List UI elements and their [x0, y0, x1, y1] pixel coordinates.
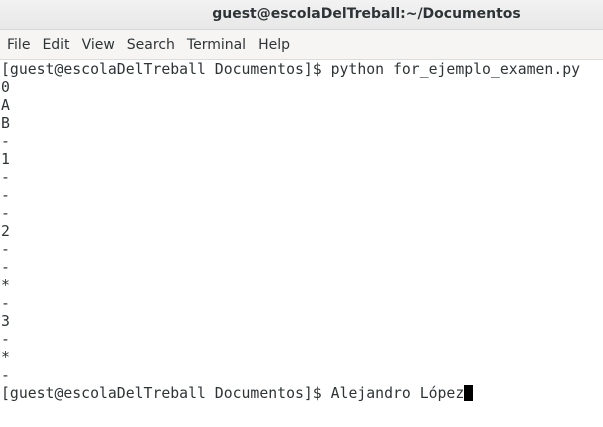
menu-view[interactable]: View [76, 37, 121, 53]
menu-bar: File Edit View Search Terminal Help [0, 30, 603, 60]
terminal-input-text[interactable]: Alejandro López [331, 385, 465, 402]
window-title-bar[interactable]: guest@escolaDelTreball:~/Documentos [0, 0, 603, 30]
terminal-line: - [1, 367, 10, 384]
text-cursor [464, 385, 474, 401]
window-title: guest@escolaDelTreball:~/Documentos [212, 6, 521, 22]
terminal-window: guest@escolaDelTreball:~/Documentos File… [0, 0, 603, 427]
terminal-line: - [1, 241, 10, 258]
terminal-line: [guest@escolaDelTreball Documentos]$ pyt… [1, 61, 581, 78]
terminal-line: - [1, 169, 10, 186]
terminal-line: * [1, 277, 10, 294]
menu-edit[interactable]: Edit [36, 37, 75, 53]
menu-terminal[interactable]: Terminal [181, 37, 252, 53]
menu-help[interactable]: Help [252, 37, 296, 53]
menu-search[interactable]: Search [121, 37, 181, 53]
terminal-input-line[interactable]: [guest@escolaDelTreball Documentos]$ Ale… [1, 385, 603, 403]
terminal-line: 1 [1, 151, 10, 168]
terminal-output-area[interactable]: [guest@escolaDelTreball Documentos]$ pyt… [0, 60, 603, 427]
terminal-line: 3 [1, 313, 10, 330]
terminal-line: A [1, 97, 10, 114]
terminal-line: 2 [1, 223, 10, 240]
terminal-line: - [1, 331, 10, 348]
menu-file[interactable]: File [1, 37, 36, 53]
terminal-line: - [1, 295, 10, 312]
terminal-line: B [1, 115, 10, 132]
terminal-prompt: [guest@escolaDelTreball Documentos]$ [1, 385, 331, 402]
terminal-line: 0 [1, 79, 10, 96]
terminal-line: - [1, 205, 10, 222]
terminal-line: - [1, 187, 10, 204]
terminal-line: * [1, 349, 10, 366]
terminal-line: - [1, 133, 10, 150]
terminal-line: - [1, 259, 10, 276]
